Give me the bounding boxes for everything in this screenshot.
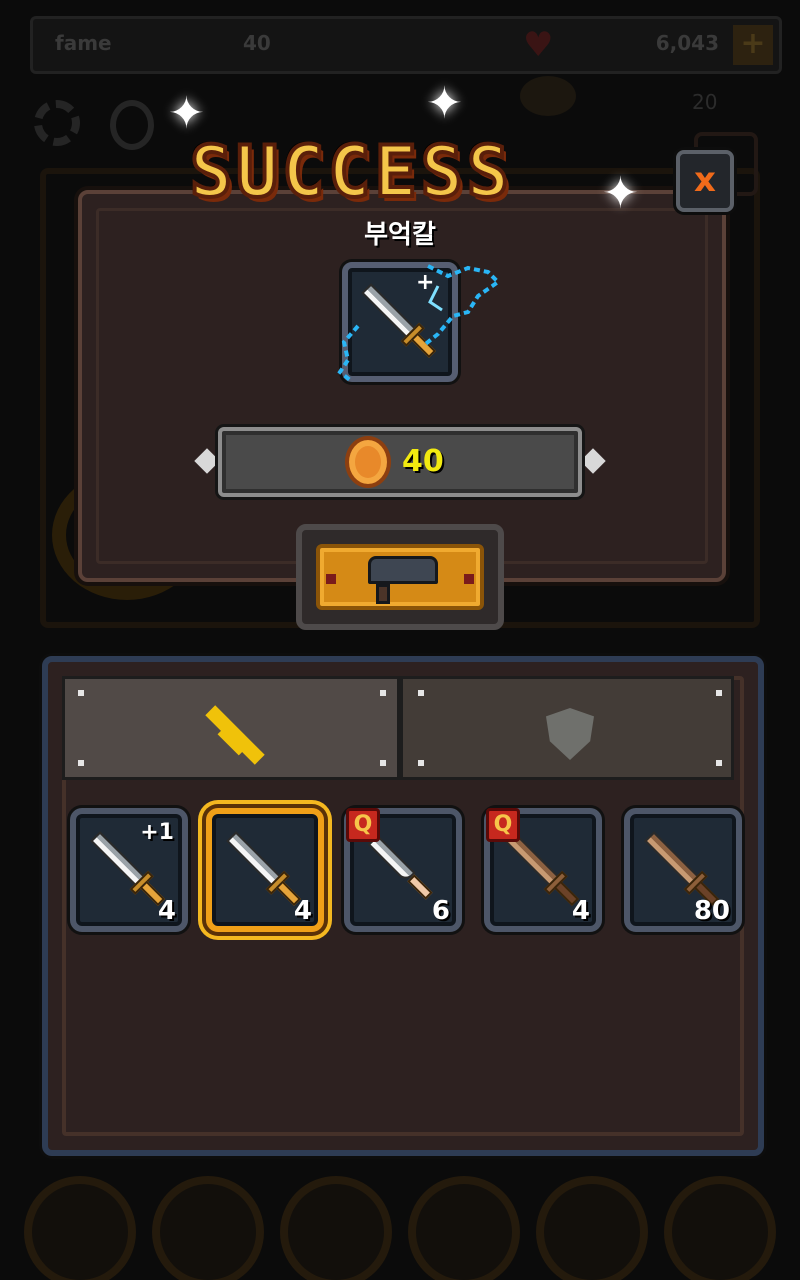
rivet xyxy=(418,760,424,766)
rivet xyxy=(418,690,424,696)
nav-button-3[interactable] xyxy=(280,1176,392,1280)
secondary-count: 20 xyxy=(692,90,718,114)
top-status-bar: fame 40 ♥ 6,043 + xyxy=(30,16,782,74)
wooden-sword-icon xyxy=(504,831,582,909)
upgrade-plus-mark: + xyxy=(416,270,435,295)
item-name: 부억칼 xyxy=(364,220,436,250)
upgrade-cost-value: 40 xyxy=(402,444,444,479)
nav-button-4[interactable] xyxy=(408,1176,520,1280)
nav-button-2[interactable] xyxy=(152,1176,264,1280)
add-gold-button[interactable]: + xyxy=(733,25,773,65)
inventory-slot-3[interactable]: Q 6 xyxy=(344,808,462,932)
inventory-slot-4[interactable]: Q 4 xyxy=(484,808,602,932)
inventory-slot-2[interactable]: 4 xyxy=(206,808,324,932)
item-quantity: 6 xyxy=(431,896,450,926)
fame-value: 40 xyxy=(243,31,271,55)
gear-icon[interactable] xyxy=(34,100,80,146)
nav-button-1[interactable] xyxy=(24,1176,136,1280)
rivet xyxy=(78,690,84,696)
quest-badge: Q xyxy=(346,808,380,842)
coin-icon xyxy=(345,436,391,488)
sparkle-star-icon: ✦ xyxy=(168,88,205,139)
forge-hammer-button[interactable] xyxy=(296,524,504,630)
item-quantity: 80 xyxy=(693,896,730,926)
sparkle-star-icon: ✦ xyxy=(602,168,639,219)
inventory-slot-1[interactable]: +1 4 xyxy=(70,808,188,932)
success-banner: SUCCESS xyxy=(188,129,620,215)
fame-label: fame xyxy=(55,31,112,55)
item-quantity: 4 xyxy=(571,896,590,926)
rivet xyxy=(78,760,84,766)
rivet xyxy=(716,690,722,696)
hammer-icon xyxy=(368,556,438,584)
upgrade-cost-bar xyxy=(218,427,582,497)
close-icon: x xyxy=(694,160,716,200)
inventory-slot-5[interactable]: 80 xyxy=(624,808,742,932)
success-title: SUCCESS xyxy=(188,129,514,215)
rivet xyxy=(380,690,386,696)
rivet xyxy=(380,760,386,766)
item-quantity: 4 xyxy=(293,896,312,926)
item-level: +1 xyxy=(140,820,174,845)
nav-button-6[interactable] xyxy=(664,1176,776,1280)
dagger-icon xyxy=(367,834,439,906)
rivet xyxy=(716,760,722,766)
gold-value: 6,043 xyxy=(655,31,719,55)
kitchen-knife-icon xyxy=(226,831,304,909)
close-button[interactable]: x xyxy=(676,150,734,212)
medal-icon[interactable] xyxy=(110,100,154,150)
item-quantity: 4 xyxy=(157,896,176,926)
quest-badge: Q xyxy=(486,808,520,842)
nav-button-5[interactable] xyxy=(536,1176,648,1280)
pouch-icon xyxy=(520,76,576,116)
sparkle-star-icon: ✦ xyxy=(426,78,463,129)
heart-icon: ♥ xyxy=(523,25,554,65)
